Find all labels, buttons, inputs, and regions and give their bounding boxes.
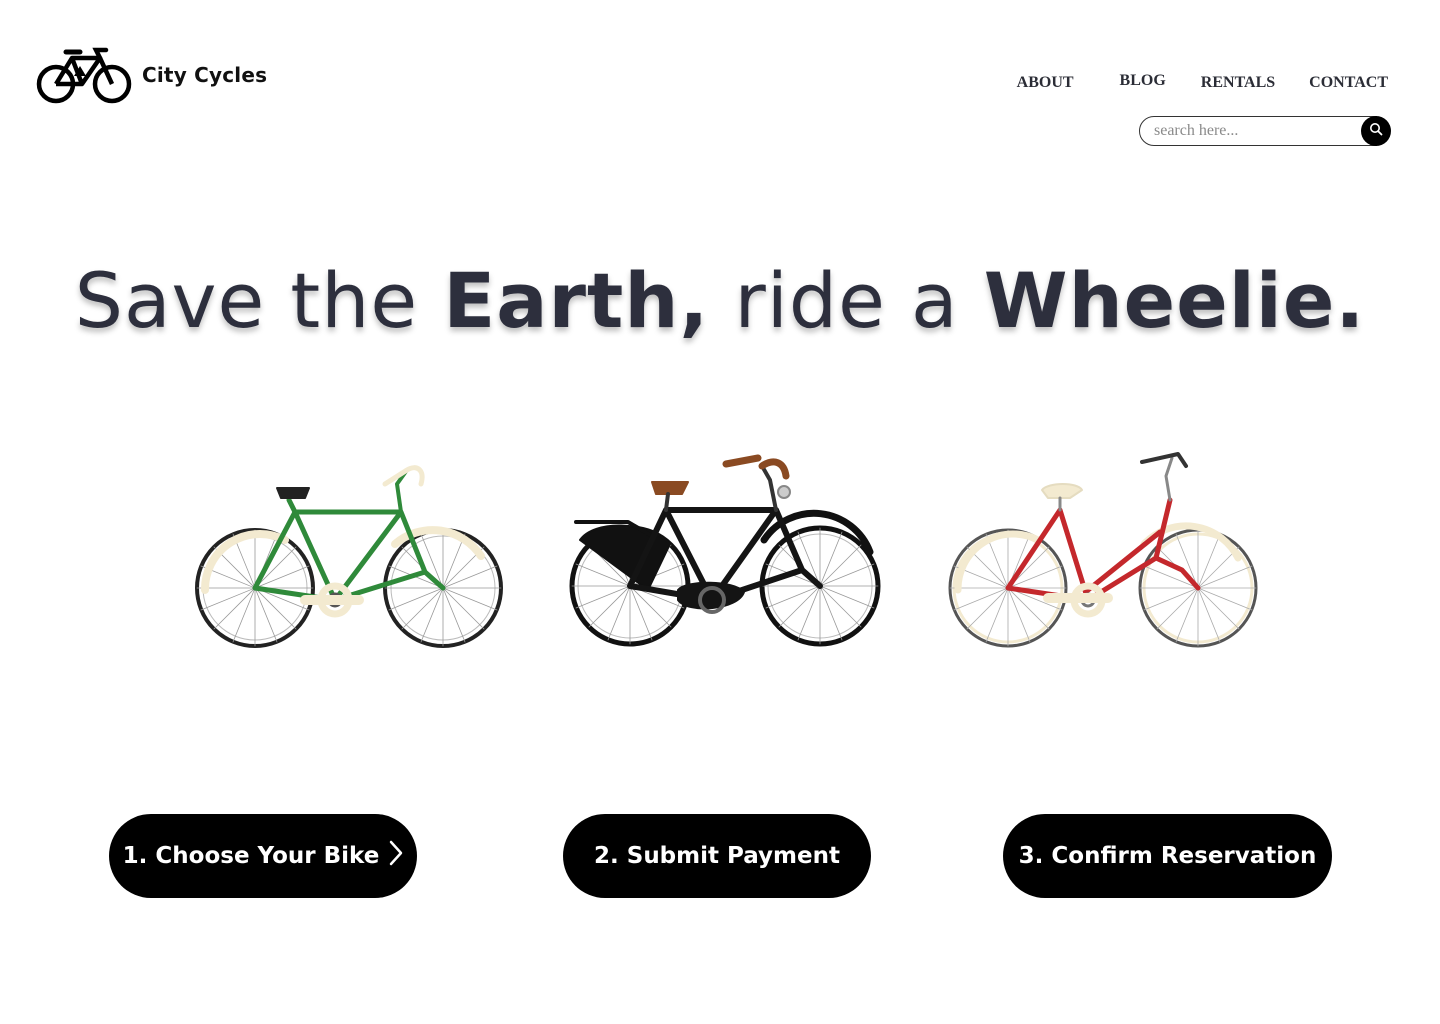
red-bicycle-image[interactable] (938, 440, 1268, 670)
site-header: City Cycles ABOUT BLOG RENTALS CONTACT (0, 0, 1440, 170)
nav-contact[interactable]: CONTACT (1309, 74, 1388, 92)
submit-payment-button[interactable]: 2. Submit Payment (563, 814, 871, 898)
green-bicycle-image[interactable] (185, 440, 515, 670)
hero-part-1: Save the (74, 256, 444, 345)
nav-rentals[interactable]: RENTALS (1201, 74, 1275, 92)
hero-headline: Save the Earth, ride a Wheelie. (0, 256, 1440, 345)
step-2-label: 2. Submit Payment (594, 843, 840, 869)
hero-part-2: Earth, (443, 256, 710, 345)
nav-about[interactable]: ABOUT (1017, 74, 1074, 92)
hero-part-3: ride a (709, 256, 984, 345)
search-button[interactable] (1361, 116, 1391, 146)
search-input[interactable] (1139, 116, 1377, 146)
step-3-label: 3. Confirm Reservation (1018, 843, 1317, 869)
bike-gallery (0, 420, 1440, 680)
step-1-label: 1. Choose Your Bike (122, 843, 380, 869)
choose-bike-button[interactable]: 1. Choose Your Bike (109, 814, 417, 898)
logo[interactable]: City Cycles (36, 46, 267, 104)
chevron-right-icon (389, 840, 403, 872)
search-bar (1139, 116, 1391, 146)
hero-part-4: Wheelie. (983, 256, 1366, 345)
search-icon (1369, 122, 1383, 141)
brand-name: City Cycles (142, 63, 268, 87)
confirm-reservation-button[interactable]: 3. Confirm Reservation (1003, 814, 1332, 898)
nav-blog[interactable]: BLOG (1120, 72, 1166, 90)
bicycle-icon (36, 46, 132, 104)
main-nav: ABOUT BLOG RENTALS CONTACT (1017, 72, 1388, 92)
black-bicycle-image[interactable] (558, 440, 888, 670)
